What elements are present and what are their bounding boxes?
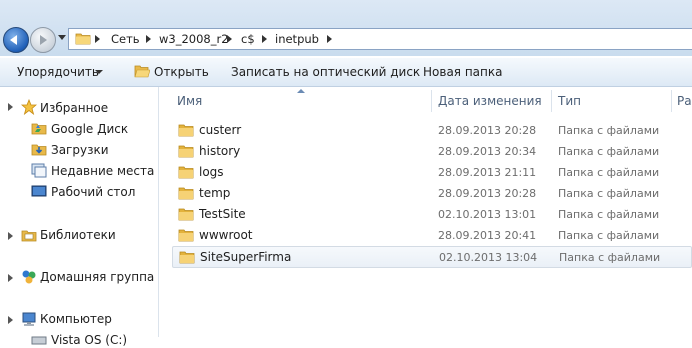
table-row[interactable]: temp 28.09.2013 20:28 Папка с файлами — [172, 183, 692, 203]
sort-ascending-icon — [297, 89, 305, 93]
breadcrumb-share[interactable]: c$ — [241, 32, 255, 46]
table-row[interactable]: logs 28.09.2013 21:11 Папка с файлами — [172, 162, 692, 182]
folder-icon — [178, 124, 194, 137]
expand-icon[interactable] — [8, 103, 13, 111]
file-date: 28.09.2013 20:28 — [438, 124, 537, 137]
breadcrumb-server[interactable]: w3_2008_r2 — [159, 32, 229, 46]
expand-icon[interactable] — [8, 274, 13, 282]
nav-google-drive[interactable]: Google Диск — [51, 122, 128, 136]
back-button[interactable] — [3, 27, 29, 53]
google-drive-icon — [31, 123, 47, 135]
file-name: custerr — [199, 123, 242, 137]
organize-button[interactable]: Упорядочить — [17, 65, 99, 79]
chevron-right-icon[interactable] — [146, 35, 151, 43]
file-name: logs — [199, 165, 224, 179]
file-date: 28.09.2013 20:41 — [438, 229, 537, 242]
table-row[interactable]: history 28.09.2013 20:34 Папка с файлами — [172, 141, 692, 161]
file-type: Папка с файлами — [558, 229, 660, 242]
breadcrumb-network[interactable]: Сеть — [111, 32, 140, 46]
drive-icon — [31, 336, 47, 345]
folder-icon — [179, 251, 195, 264]
nav-downloads[interactable]: Загрузки — [51, 143, 109, 157]
file-date: 02.10.2013 13:01 — [438, 208, 537, 221]
column-name-label: Имя — [177, 94, 203, 108]
table-row[interactable]: wwwroot 28.09.2013 20:41 Папка с файлами — [172, 225, 692, 245]
chevron-down-icon[interactable] — [95, 70, 103, 74]
expand-icon[interactable] — [8, 232, 13, 240]
file-name: temp — [199, 186, 231, 200]
nav-drive-c[interactable]: Vista OS (C:) — [51, 333, 127, 347]
breadcrumb-inetpub[interactable]: inetpub — [275, 32, 319, 46]
column-size-label: Ра — [677, 94, 692, 108]
file-name: TestSite — [199, 207, 246, 221]
burn-disc-button[interactable]: Записать на оптический диск — [231, 65, 420, 79]
file-name: wwwroot — [199, 228, 253, 242]
folder-icon — [178, 187, 194, 200]
folder-icon — [178, 208, 194, 221]
table-row[interactable]: TestSite 02.10.2013 13:01 Папка с файлами — [172, 204, 692, 224]
column-type-label: Тип — [558, 94, 581, 108]
recent-pages-dropdown[interactable] — [58, 35, 66, 40]
new-folder-button[interactable]: Новая папка — [423, 65, 502, 79]
column-header-date[interactable]: Дата изменения — [432, 87, 550, 113]
column-header-size[interactable]: Ра — [672, 87, 692, 113]
computer-icon — [22, 312, 36, 326]
forward-button[interactable] — [30, 27, 56, 53]
chevron-right-icon[interactable] — [227, 35, 232, 43]
folder-icon — [178, 166, 194, 179]
nav-libraries[interactable]: Библиотеки — [40, 228, 116, 242]
open-button[interactable]: Открыть — [154, 65, 209, 79]
file-name: history — [199, 144, 241, 158]
library-icon — [21, 230, 37, 242]
file-type: Папка с файлами — [558, 187, 660, 200]
star-icon — [21, 99, 37, 115]
chevron-right-icon[interactable] — [262, 35, 267, 43]
column-header-type[interactable]: Тип — [552, 87, 670, 113]
file-type: Папка с файлами — [559, 251, 661, 264]
file-type: Папка с файлами — [558, 166, 660, 179]
folder-icon — [75, 33, 91, 45]
desktop-icon — [31, 185, 47, 197]
file-date: 28.09.2013 21:11 — [438, 166, 537, 179]
file-type: Папка с файлами — [558, 208, 660, 221]
nav-desktop[interactable]: Рабочий стол — [51, 185, 135, 199]
expand-icon[interactable] — [8, 316, 13, 324]
nav-favorites[interactable]: Избранное — [40, 101, 108, 115]
table-row[interactable]: custerr 28.09.2013 20:28 Папка с файлами — [172, 120, 692, 140]
file-type: Папка с файлами — [558, 145, 660, 158]
table-row[interactable]: SiteSuperFirma 02.10.2013 13:04 Папка с фа… — [172, 246, 692, 268]
folder-open-icon — [134, 65, 150, 78]
file-date: 28.09.2013 20:28 — [438, 187, 537, 200]
column-date-label: Дата изменения — [438, 94, 542, 108]
chevron-right-icon[interactable] — [95, 35, 100, 43]
pane-divider[interactable] — [158, 87, 159, 337]
homegroup-icon — [22, 270, 36, 284]
file-type: Папка с файлами — [558, 124, 660, 137]
file-name: SiteSuperFirma — [200, 250, 292, 264]
command-bar: Упорядочить Открыть Записать на оптическ… — [0, 58, 692, 87]
recent-places-icon — [31, 163, 47, 178]
file-date: 02.10.2013 13:04 — [439, 251, 538, 264]
folder-icon — [178, 229, 194, 242]
chevron-right-icon[interactable] — [327, 35, 332, 43]
file-date: 28.09.2013 20:34 — [438, 145, 537, 158]
nav-homegroup[interactable]: Домашняя группа — [40, 270, 154, 284]
nav-computer[interactable]: Компьютер — [40, 312, 112, 326]
downloads-icon — [31, 144, 47, 156]
nav-recent-places[interactable]: Недавние места — [51, 164, 154, 178]
address-bar-region: Сеть w3_2008_r2 c$ inetpub — [0, 0, 692, 56]
folder-icon — [178, 145, 194, 158]
address-input[interactable]: Сеть w3_2008_r2 c$ inetpub — [68, 28, 692, 50]
